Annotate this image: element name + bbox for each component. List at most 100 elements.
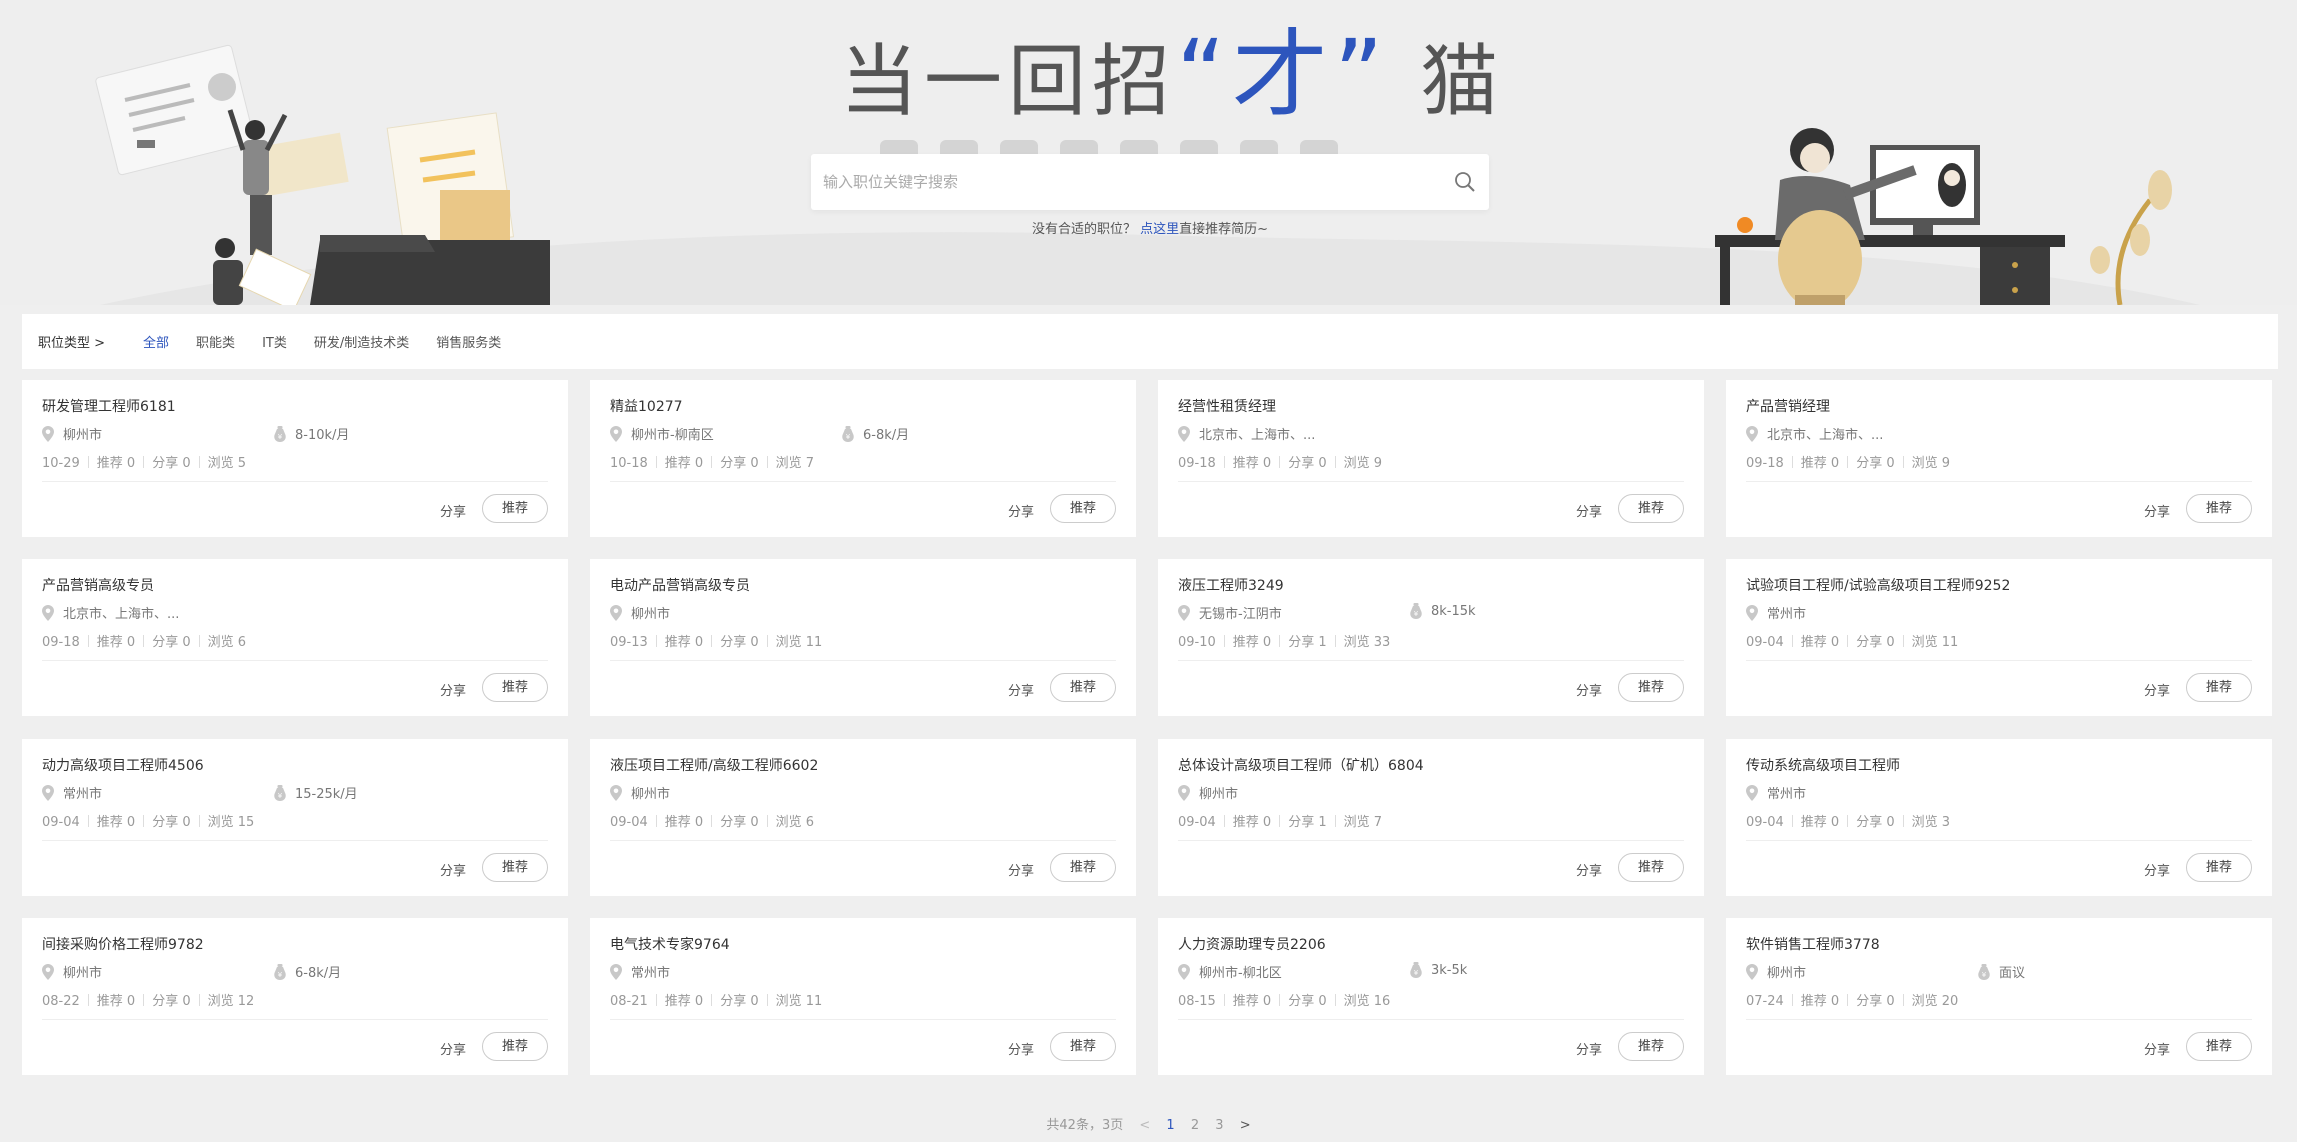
svg-text:¥: ¥ (278, 971, 283, 979)
share-button[interactable]: 分享 (1008, 501, 1034, 520)
job-location-text: 北京市、上海市、... (1767, 428, 1884, 443)
job-title[interactable]: 经营性租赁经理 (1178, 396, 1276, 416)
page-2[interactable]: 2 (1191, 1118, 1199, 1133)
job-card[interactable]: 人力资源助理专员2206 柳州市-柳北区 ¥ 3k-5k 08-15 推荐 0 分享… (1158, 918, 1704, 1075)
recommend-button[interactable]: 推荐 (2186, 494, 2252, 523)
job-card[interactable]: 研发管理工程师6181 柳州市 ¥ 8-10k/月 10-29 推荐 0 分享 0 浏… (22, 380, 568, 537)
page-3[interactable]: 3 (1215, 1118, 1223, 1133)
share-button[interactable]: 分享 (1008, 860, 1034, 879)
job-card[interactable]: 动力高级项目工程师4506 常州市 ¥ 15-25k/月 09-04 推荐 0 分享… (22, 739, 568, 896)
job-title[interactable]: 软件销售工程师3778 (1746, 934, 1880, 954)
salary-bag-icon: ¥ (274, 784, 286, 801)
recommend-button[interactable]: 推荐 (482, 673, 548, 702)
recommend-button[interactable]: 推荐 (1050, 673, 1116, 702)
job-share-count: 分享 0 (1856, 456, 1895, 471)
share-button[interactable]: 分享 (1576, 860, 1602, 879)
job-title[interactable]: 精益10277 (610, 396, 683, 416)
share-button[interactable]: 分享 (2144, 1039, 2170, 1058)
job-view-count: 浏览 9 (1343, 456, 1382, 471)
job-title[interactable]: 液压工程师3249 (1178, 575, 1284, 595)
recommend-button[interactable]: 推荐 (1618, 1032, 1684, 1061)
job-date: 09-04 (42, 815, 80, 830)
job-title[interactable]: 产品营销高级专员 (42, 575, 154, 595)
job-date: 09-04 (1746, 815, 1784, 830)
job-card[interactable]: 电动产品营销高级专员 柳州市 09-13 推荐 0 分享 0 浏览 11 分享 推荐 (590, 559, 1136, 716)
recommend-button[interactable]: 推荐 (1050, 853, 1116, 882)
job-title[interactable]: 电气技术专家9764 (610, 934, 730, 954)
share-button[interactable]: 分享 (2144, 501, 2170, 520)
job-card[interactable]: 液压项目工程师/高级工程师6602 柳州市 09-04 推荐 0 分享 0 浏览 6 … (590, 739, 1136, 896)
recommend-button[interactable]: 推荐 (482, 853, 548, 882)
job-meta: 08-15 推荐 0 分享 0 浏览 16 (1178, 990, 1390, 1009)
share-button[interactable]: 分享 (440, 680, 466, 699)
job-title[interactable]: 液压项目工程师/高级工程师6602 (610, 755, 818, 775)
job-card[interactable]: 间接采购价格工程师9782 柳州市 ¥ 6-8k/月 08-22 推荐 0 分享 0… (22, 918, 568, 1075)
job-card[interactable]: 产品营销经理 北京市、上海市、... 09-18 推荐 0 分享 0 浏览 9 分享 … (1726, 380, 2272, 537)
filter-it[interactable]: IT类 (262, 332, 287, 351)
job-share-count: 分享 1 (1288, 635, 1327, 650)
filter-label: 职位类型 > (38, 336, 106, 351)
job-recommend-count: 推荐 0 (96, 994, 136, 1009)
recommend-button[interactable]: 推荐 (482, 1032, 548, 1061)
share-button[interactable]: 分享 (1576, 680, 1602, 699)
page-1[interactable]: 1 (1166, 1118, 1174, 1133)
job-title[interactable]: 产品营销经理 (1746, 396, 1830, 416)
next-page-button[interactable]: > (1240, 1118, 1251, 1133)
recommend-button[interactable]: 推荐 (1050, 494, 1116, 523)
share-button[interactable]: 分享 (2144, 860, 2170, 879)
recommend-button[interactable]: 推荐 (1050, 1032, 1116, 1061)
filter-functional[interactable]: 职能类 (196, 332, 235, 351)
salary-bag-icon: ¥ (1410, 603, 1422, 619)
pagination: 共42条，3页 < 1 2 3 > (0, 1114, 2297, 1133)
job-title[interactable]: 人力资源助理专员2206 (1178, 934, 1326, 954)
recommend-button[interactable]: 推荐 (2186, 853, 2252, 882)
recommend-button[interactable]: 推荐 (482, 494, 548, 523)
prev-page-button[interactable]: < (1139, 1118, 1150, 1133)
location-pin-icon (1746, 963, 1758, 980)
job-share-count: 分享 0 (152, 994, 191, 1009)
job-title[interactable]: 研发管理工程师6181 (42, 396, 176, 416)
job-card[interactable]: 产品营销高级专员 北京市、上海市、... 09-18 推荐 0 分享 0 浏览 6 分… (22, 559, 568, 716)
job-location-text: 柳州市 (631, 607, 671, 622)
job-date: 09-04 (610, 815, 648, 830)
job-title[interactable]: 传动系统高级项目工程师 (1746, 755, 1900, 775)
job-title[interactable]: 试验项目工程师/试验高级项目工程师9252 (1746, 575, 2010, 595)
search-input[interactable] (811, 154, 1431, 210)
job-card[interactable]: 经营性租赁经理 北京市、上海市、... 09-18 推荐 0 分享 0 浏览 9 分享… (1158, 380, 1704, 537)
recommend-button[interactable]: 推荐 (1618, 673, 1684, 702)
card-divider (1178, 840, 1684, 841)
share-button[interactable]: 分享 (440, 860, 466, 879)
share-button[interactable]: 分享 (1008, 1039, 1034, 1058)
recommend-button[interactable]: 推荐 (2186, 1032, 2252, 1061)
job-card[interactable]: 总体设计高级项目工程师（矿机）6804 柳州市 09-04 推荐 0 分享 1 浏览 … (1158, 739, 1704, 896)
job-title[interactable]: 电动产品营销高级专员 (610, 575, 750, 595)
location-pin-icon (42, 784, 54, 801)
filter-sales-service[interactable]: 销售服务类 (436, 332, 501, 351)
share-button[interactable]: 分享 (440, 501, 466, 520)
job-card[interactable]: 电气技术专家9764 常州市 08-21 推荐 0 分享 0 浏览 11 分享 推荐 (590, 918, 1136, 1075)
job-card[interactable]: 软件销售工程师3778 柳州市 ¥ 面议 07-24 推荐 0 分享 0 浏览 20 … (1726, 918, 2272, 1075)
share-button[interactable]: 分享 (440, 1039, 466, 1058)
job-location: 北京市、上海市、... (1178, 424, 1315, 443)
recommend-button[interactable]: 推荐 (2186, 673, 2252, 702)
job-title[interactable]: 间接采购价格工程师9782 (42, 934, 204, 954)
location-pin-icon (610, 963, 622, 980)
job-card[interactable]: 精益10277 柳州市-柳南区 ¥ 6-8k/月 10-18 推荐 0 分享 0 浏览… (590, 380, 1136, 537)
share-button[interactable]: 分享 (1576, 1039, 1602, 1058)
search-icon[interactable] (1451, 168, 1479, 196)
share-button[interactable]: 分享 (1576, 501, 1602, 520)
filter-rd-manufacturing[interactable]: 研发/制造技术类 (314, 332, 409, 351)
filter-all[interactable]: 全部 (143, 332, 169, 351)
job-share-count: 分享 0 (1856, 815, 1895, 830)
recommend-resume-link[interactable]: 点这里 (1140, 222, 1179, 237)
job-card[interactable]: 传动系统高级项目工程师 常州市 09-04 推荐 0 分享 0 浏览 3 分享 推荐 (1726, 739, 2272, 896)
share-button[interactable]: 分享 (1008, 680, 1034, 699)
recommend-button[interactable]: 推荐 (1618, 853, 1684, 882)
recommend-button[interactable]: 推荐 (1618, 494, 1684, 523)
job-card[interactable]: 液压工程师3249 无锡市-江阴市 ¥ 8k-15k 09-10 推荐 0 分享 1… (1158, 559, 1704, 716)
job-title[interactable]: 动力高级项目工程师4506 (42, 755, 204, 775)
job-title[interactable]: 总体设计高级项目工程师（矿机）6804 (1178, 755, 1424, 775)
job-salary-text: 8k-15k (1431, 603, 1476, 619)
share-button[interactable]: 分享 (2144, 680, 2170, 699)
job-card[interactable]: 试验项目工程师/试验高级项目工程师9252 常州市 09-04 推荐 0 分享 0 浏… (1726, 559, 2272, 716)
